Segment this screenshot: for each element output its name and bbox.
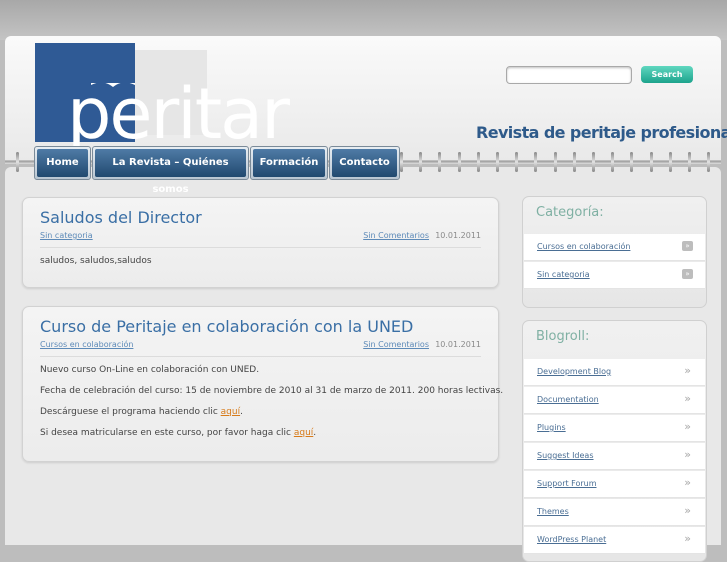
double-chevron-icon: » xyxy=(684,504,691,517)
search-button[interactable]: Search xyxy=(641,66,693,83)
post-comments-link[interactable]: Sin Comentarios xyxy=(363,340,429,349)
browser-top-band xyxy=(0,0,727,40)
blogroll-widget: Blogroll: Development Blog » Documentati… xyxy=(522,320,707,562)
category-item[interactable]: Sin categoria » xyxy=(524,262,705,289)
blogroll-item[interactable]: Suggest Ideas » xyxy=(524,443,705,470)
post-title[interactable]: Saludos del Director xyxy=(40,208,202,227)
binding-ring xyxy=(669,152,672,172)
binding-ring xyxy=(573,152,576,172)
post-date: 10.01.2011 xyxy=(435,340,481,349)
logo-wordmark: peritar xyxy=(67,83,292,153)
nav-formacion[interactable]: Formación xyxy=(250,146,328,180)
nav-la-revista[interactable]: La Revista – Quiénes somos xyxy=(92,146,249,195)
download-program-link[interactable]: aquí xyxy=(221,407,240,417)
enroll-link[interactable]: aquí xyxy=(294,428,313,438)
blogroll-link[interactable]: Documentation xyxy=(537,395,599,404)
double-chevron-icon: » xyxy=(684,532,691,545)
category-link[interactable]: Sin categoria xyxy=(537,270,590,279)
enroll-suffix: . xyxy=(313,428,317,438)
enroll-text: Si desea matricularse en este curso, por… xyxy=(40,428,294,438)
site-tagline: Revista de peritaje profesional xyxy=(476,123,727,142)
post-body: saludos, saludos,saludos xyxy=(40,256,481,277)
post-paragraph: Fecha de celebración del curso: 15 de no… xyxy=(40,386,504,396)
double-chevron-icon: » xyxy=(684,392,691,405)
binding-ring xyxy=(477,152,480,172)
post-meta: Cursos en colaboración Sin Comentarios 1… xyxy=(40,340,481,357)
blogroll-link[interactable]: Themes xyxy=(537,507,569,516)
widget-title: Categoría: xyxy=(536,205,604,220)
category-item[interactable]: Cursos en colaboración » xyxy=(524,234,705,261)
binding-ring xyxy=(688,152,691,172)
blogroll-link[interactable]: Plugins xyxy=(537,423,566,432)
widget-title: Blogroll: xyxy=(536,329,590,344)
nav-la-revista-label: La Revista – Quiénes somos xyxy=(95,149,246,195)
binding-ring xyxy=(707,152,710,172)
double-chevron-icon: » xyxy=(684,476,691,489)
categories-widget: Categoría: Cursos en colaboración » Sin … xyxy=(522,196,707,308)
blogroll-item[interactable]: Development Blog » xyxy=(524,359,705,386)
nav-contacto[interactable]: Contacto xyxy=(329,146,400,180)
blogroll-link[interactable]: Development Blog xyxy=(537,367,611,376)
blogroll-item[interactable]: Support Forum » xyxy=(524,471,705,498)
category-link[interactable]: Cursos en colaboración xyxy=(537,242,630,251)
post-date: 10.01.2011 xyxy=(435,231,481,240)
binding-ring xyxy=(400,152,403,172)
binding-ring xyxy=(554,152,557,172)
download-paragraph: Descárguese el programa haciendo clic aq… xyxy=(40,407,481,417)
post-title[interactable]: Curso de Peritaje en colaboración con la… xyxy=(40,317,413,336)
binding-ring xyxy=(438,152,441,172)
double-chevron-icon: » xyxy=(684,448,691,461)
blogroll-item[interactable]: Documentation » xyxy=(524,387,705,414)
double-chevron-icon: » xyxy=(684,364,691,377)
binding-ring xyxy=(419,152,422,172)
post-paragraph: Nuevo curso On-Line en colaboración con … xyxy=(40,365,260,375)
nav-home-label: Home xyxy=(37,149,88,177)
post-comments-link[interactable]: Sin Comentarios xyxy=(363,231,429,240)
blogroll-link[interactable]: Support Forum xyxy=(537,479,597,488)
enroll-paragraph: Si desea matricularse en este curso, por… xyxy=(40,428,481,438)
binding-ring xyxy=(592,152,595,172)
download-text: Descárguese el programa haciendo clic xyxy=(40,407,221,417)
blogroll-link[interactable]: Suggest Ideas xyxy=(537,451,594,460)
blogroll-list: Development Blog » Documentation » Plugi… xyxy=(524,359,705,555)
post-meta: Sin categoria Sin Comentarios 10.01.2011 xyxy=(40,231,481,248)
svg-text:peritar: peritar xyxy=(67,83,290,153)
blogroll-link[interactable]: WordPress Planet xyxy=(537,535,606,544)
nav-contacto-label: Contacto xyxy=(332,149,397,177)
arrow-box-icon: » xyxy=(682,241,693,251)
binding-ring xyxy=(534,152,537,172)
post-saludos: Saludos del Director Sin categoria Sin C… xyxy=(22,197,499,288)
search-input[interactable] xyxy=(506,66,632,84)
binding-ring xyxy=(515,152,518,172)
download-suffix: . xyxy=(240,407,243,417)
categories-list: Cursos en colaboración » Sin categoria » xyxy=(524,234,705,290)
post-category-link[interactable]: Cursos en colaboración xyxy=(40,340,133,349)
site-logo[interactable]: peritar xyxy=(35,43,292,153)
arrow-box-icon: » xyxy=(682,269,693,279)
blogroll-item[interactable]: Themes » xyxy=(524,499,705,526)
binding-ring xyxy=(650,152,653,172)
binding-ring xyxy=(496,152,499,172)
binding-ring xyxy=(630,152,633,172)
binding-ring xyxy=(458,152,461,172)
post-curso-uned: Curso de Peritaje en colaboración con la… xyxy=(22,306,504,462)
post-category-link[interactable]: Sin categoria xyxy=(40,231,93,240)
double-chevron-icon: » xyxy=(684,420,691,433)
binding-ring xyxy=(16,152,19,172)
post-body: Nuevo curso On-Line en colaboración con … xyxy=(40,365,504,449)
blogroll-item[interactable]: Plugins » xyxy=(524,415,705,442)
nav-formacion-label: Formación xyxy=(253,149,325,177)
blogroll-item[interactable]: WordPress Planet » xyxy=(524,527,705,554)
binding-ring xyxy=(611,152,614,172)
post-paragraph: saludos, saludos,saludos xyxy=(40,256,152,266)
nav-home[interactable]: Home xyxy=(34,146,91,180)
